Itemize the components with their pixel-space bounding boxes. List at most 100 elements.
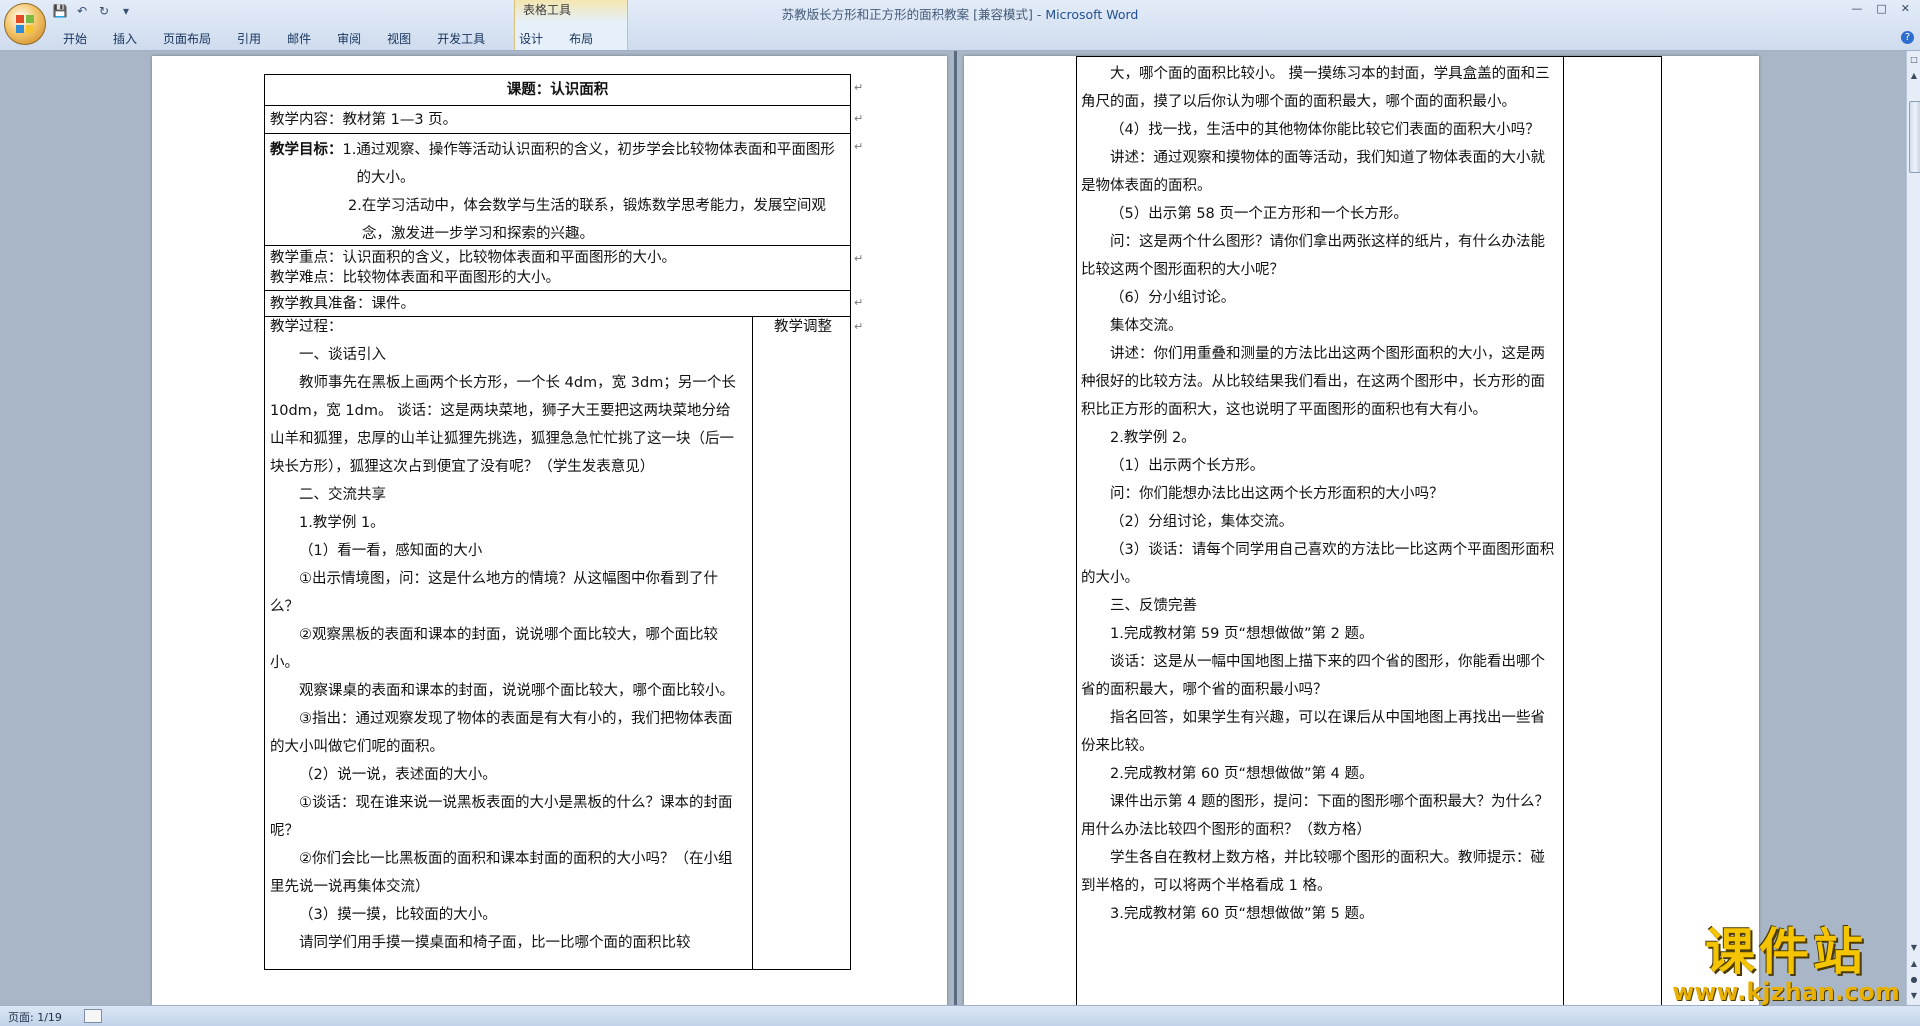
tab-developer[interactable]: 开发工具	[424, 30, 498, 48]
watermark-url: www.kjzhan.com	[1672, 978, 1900, 1006]
next-page-icon[interactable]: ▼	[1908, 989, 1920, 1003]
scroll-thumb[interactable]	[1909, 101, 1920, 173]
paragraph: 课件出示第 4 题的图形，提问：下面的图形哪个面积最大？为什么？用什么办法比较四…	[1081, 794, 1549, 838]
paragraph: ①出示情境图，问：这是什么地方的情境？从这幅图中你看到了什么？	[270, 571, 718, 615]
content-label: 教学内容：	[270, 112, 343, 128]
paragraph: 讲述：你们用重叠和测量的方法比出这两个图形面积的大小，这是两种很好的比较方法。从…	[1081, 346, 1545, 418]
close-icon[interactable]: ✕	[1901, 2, 1910, 15]
ribbon-tabs: 开始 插入 页面布局 引用 邮件 审阅 视图 开发工具 设计 布局	[50, 30, 606, 48]
paragraph: （1）看一看，感知面的大小	[299, 543, 483, 559]
page-divider	[954, 51, 957, 1005]
paragraph: 2.完成教材第 60 页“想想做做”第 4 题。	[1110, 766, 1374, 782]
cell-end-mark: ↵	[854, 320, 864, 333]
goal-1: 1.通过观察、操作等活动认识面积的含义，初步学会比较物体表面和平面图形的大小。	[342, 142, 835, 186]
tab-view[interactable]: 视图	[374, 30, 424, 48]
prep-row: 教学教具准备：课件。	[270, 294, 844, 314]
paragraph: 教师事先在黑板上画两个长方形，一个长 4dm，宽 3dm；另一个长 10dm，宽…	[270, 375, 736, 475]
tab-mailings[interactable]: 邮件	[274, 30, 324, 48]
tab-design[interactable]: 设计	[506, 30, 556, 48]
title-prefix: 课题：	[506, 82, 551, 98]
tab-references[interactable]: 引用	[224, 30, 274, 48]
paragraph: （3）谈话：请每个同学用自己喜欢的方法比一比这两个平面图形面积的大小。	[1081, 542, 1555, 586]
row-divider	[264, 316, 851, 317]
paragraph: （4）找一找，生活中的其他物体你能比较它们表面的面积大小吗？	[1110, 122, 1540, 138]
paragraph: 讲述：通过观察和摸物体的面等活动，我们知道了物体表面的大小就是物体表面的面积。	[1081, 150, 1545, 194]
paragraph: 指名回答，如果学生有兴趣，可以在课后从中国地图上再找出一些省份来比较。	[1081, 710, 1545, 754]
paragraph: 一、谈话引入	[299, 347, 386, 363]
paragraph: 问：你们能想办法比出这两个长方形面积的大小吗？	[1110, 486, 1444, 502]
column-divider	[1563, 56, 1564, 1005]
prep-text: 课件。	[371, 296, 416, 312]
process-body-continued: 大，哪个面的面积比较小。 摸一摸练习本的封面，学具盒盖的面和三角尺的面，摸了以后…	[1081, 60, 1557, 928]
page-2: 大，哪个面的面积比较小。 摸一摸练习本的封面，学具盒盖的面和三角尺的面，摸了以后…	[964, 56, 1759, 1005]
key-row: 教学重点：认识面积的含义，比较物体表面和平面图形的大小。 教学难点：比较物体表面…	[270, 248, 844, 288]
paragraph: 1.完成教材第 59 页“想想做做”第 2 题。	[1110, 626, 1374, 642]
cell-end-mark: ↵	[854, 112, 864, 125]
page-1: 课题：认识面积 教学内容：教材第 1—3 页。 教学目标： 1.通过观察、操作等…	[152, 56, 947, 1005]
paragraph: ③指出：通过观察发现了物体的表面是有大有小的，我们把物体表面的大小叫做它们呢的面…	[270, 711, 733, 755]
paragraph: 二、交流共享	[299, 487, 386, 503]
paragraph: ②观察黑板的表面和课本的封面，说说哪个面比较大，哪个面比较小。	[270, 627, 718, 671]
watermark-title: 课件站	[1705, 923, 1867, 981]
vertical-scrollbar[interactable]: □ ▲ ▼ ▲ ● ▼	[1906, 51, 1920, 1005]
scroll-up-icon[interactable]: ▲	[1908, 69, 1920, 83]
paragraph: （1）出示两个长方形。	[1110, 458, 1265, 474]
proofing-icon[interactable]	[84, 1009, 102, 1023]
tab-home[interactable]: 开始	[50, 30, 100, 48]
document-area: 课题：认识面积 教学内容：教材第 1—3 页。 教学目标： 1.通过观察、操作等…	[0, 51, 1906, 1005]
paragraph: 三、反馈完善	[1110, 598, 1197, 614]
cell-end-mark: ↵	[854, 252, 864, 265]
paragraph: 1.教学例 1。	[299, 515, 385, 531]
paragraph: （5）出示第 58 页一个正方形和一个长方形。	[1110, 206, 1408, 222]
paragraph: 请同学们用手摸一摸桌面和椅子面，比一比哪个面的面积比较	[299, 935, 691, 951]
page-indicator[interactable]: 页面: 1/19	[8, 1009, 62, 1025]
previous-page-icon[interactable]: ▲	[1908, 957, 1920, 971]
content-row: 教学内容：教材第 1—3 页。	[270, 106, 840, 134]
cell-end-mark: ↵	[854, 81, 864, 94]
paragraph: ②你们会比一比黑板面的面积和课本封面的面积的大小吗？（在小组里先说一说再集体交流…	[270, 851, 733, 895]
row-divider	[264, 290, 851, 291]
maximize-icon[interactable]: □	[1876, 2, 1886, 15]
prep-label: 教学教具准备：	[270, 296, 372, 312]
tab-page-layout[interactable]: 页面布局	[150, 30, 224, 48]
tab-insert[interactable]: 插入	[100, 30, 150, 48]
cell-end-mark: ↵	[854, 140, 864, 153]
title-text: 认识面积	[550, 82, 609, 98]
paragraph: （2）说一说，表述面的大小。	[299, 767, 497, 783]
ruler-toggle-icon[interactable]: □	[1908, 53, 1920, 67]
tab-review[interactable]: 审阅	[324, 30, 374, 48]
difficulty-text: 比较物体表面和平面图形的大小。	[342, 270, 561, 286]
paragraph: 2.教学例 2。	[1110, 430, 1196, 446]
help-icon[interactable]: ?	[1901, 31, 1914, 44]
paragraph: 大，哪个面的面积比较小。 摸一摸练习本的封面，学具盒盖的面和三角尺的面，摸了以后…	[1081, 66, 1550, 110]
content-text: 教材第 1—3 页。	[342, 112, 458, 128]
goal-label: 教学目标：	[270, 142, 343, 158]
paragraph: （3）摸一摸，比较面的大小。	[299, 907, 497, 923]
title-bar: 💾 ↶ ↻ ▾ 表格工具 苏教版长方形和正方形的面积教案 [兼容模式] - Mi…	[0, 0, 1920, 51]
paragraph: 3.完成教材第 60 页“想想做做”第 5 题。	[1110, 906, 1374, 922]
paragraph: ①谈话：现在谁来说一说黑板表面的大小是黑板的什么？课本的封面呢？	[270, 795, 733, 839]
status-bar: 页面: 1/19	[0, 1005, 1920, 1026]
paragraph: 观察课桌的表面和课本的封面，说说哪个面比较大，哪个面比较小。	[299, 683, 734, 699]
column-divider	[752, 316, 753, 970]
window-title: 苏教版长方形和正方形的面积教案 [兼容模式] - Microsoft Word	[0, 4, 1920, 23]
process-label: 教学过程：	[270, 319, 343, 335]
adjust-label: 教学调整	[774, 319, 832, 335]
window-controls: — □ ✕	[1851, 2, 1910, 15]
key-text: 认识面积的含义，比较物体表面和平面图形的大小。	[342, 250, 677, 266]
document-title: 苏教版长方形和正方形的面积教案 [兼容模式] -	[781, 7, 1046, 22]
paragraph: （2）分组讨论，集体交流。	[1110, 514, 1294, 530]
paragraph: 问：这是两个什么图形？请你们拿出两张这样的纸片，有什么办法能比较这两个图形面积的…	[1081, 234, 1545, 278]
lesson-title: 课题：认识面积	[264, 76, 851, 104]
goals-row: 教学目标： 1.通过观察、操作等活动认识面积的含义，初步学会比较物体表面和平面图…	[270, 136, 844, 248]
scroll-down-icon[interactable]: ▼	[1908, 941, 1920, 955]
process-body: 一、谈话引入教师事先在黑板上画两个长方形，一个长 4dm，宽 3dm；另一个长 …	[270, 341, 745, 957]
cell-end-mark: ↵	[854, 296, 864, 309]
key-label: 教学重点：	[270, 250, 343, 266]
difficulty-label: 教学难点：	[270, 270, 343, 286]
site-watermark: 课件站 www.kjzhan.com	[1668, 925, 1904, 1009]
browse-object-icon[interactable]: ●	[1908, 973, 1920, 987]
tab-layout[interactable]: 布局	[556, 30, 606, 48]
goal-2: 2.在学习活动中，体会数学与生活的联系，锻炼数学思考能力，发展空间观念，激发进一…	[348, 198, 826, 242]
minimize-icon[interactable]: —	[1851, 2, 1862, 15]
